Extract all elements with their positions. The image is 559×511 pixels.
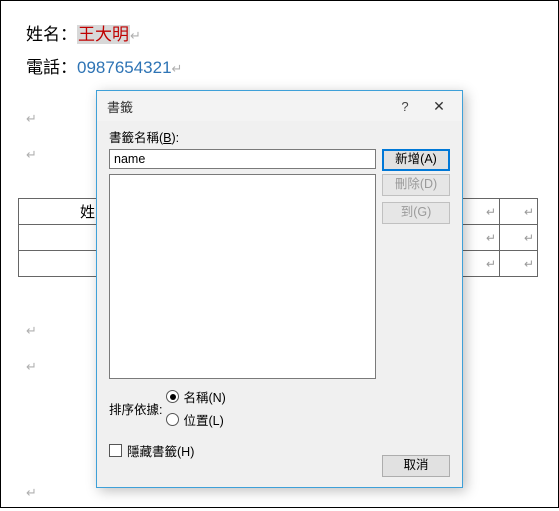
name-label: 姓名： [26, 25, 77, 44]
close-button[interactable]: ✕ [422, 98, 456, 115]
bg-cell: ↵ [500, 251, 538, 277]
phone-value: 0987654321 [77, 58, 172, 77]
bg-cell: ↵ [500, 225, 538, 251]
radio-label: 位置(L) [183, 410, 223, 429]
name-value[interactable]: 王大明 [77, 25, 130, 44]
para-mark: ↵ [172, 61, 183, 76]
bookmark-dialog: 書籤 ? ✕ 書籤名稱(B): 新增(A) 刪除(D) 到(G) 排序依據: 名… [96, 90, 463, 488]
radio-icon [166, 413, 179, 426]
dialog-body: 書籤名稱(B): 新增(A) 刪除(D) 到(G) 排序依據: 名稱(N) [97, 121, 462, 470]
delete-button: 刪除(D) [382, 174, 450, 196]
sort-by-name-radio[interactable]: 名稱(N) [166, 387, 225, 406]
cancel-button[interactable]: 取消 [382, 455, 450, 477]
dialog-title: 書籤 [107, 97, 388, 116]
dialog-titlebar[interactable]: 書籤 ? ✕ [97, 91, 462, 121]
bg-cell: ↵ [462, 225, 500, 251]
sort-label: 排序依據: [109, 399, 162, 418]
bookmark-name-input[interactable] [109, 149, 376, 169]
background-table-left: 姓 [18, 198, 98, 277]
checkbox-label: 隱藏書籤(H) [127, 441, 194, 460]
bg-cell: ↵ [462, 199, 500, 225]
bg-cell [19, 251, 98, 277]
bookmark-listbox[interactable] [109, 174, 376, 379]
bookmark-name-label: 書籤名稱(B): [109, 127, 450, 146]
radio-label: 名稱(N) [183, 387, 225, 406]
document-area: 姓名：王大明↵ 電話：0987654321↵ [1, 1, 558, 103]
goto-button: 到(G) [382, 202, 450, 224]
phone-label: 電話： [26, 58, 77, 77]
add-button[interactable]: 新增(A) [382, 149, 450, 171]
bg-cell: ↵ [462, 251, 500, 277]
phone-line: 電話：0987654321↵ [26, 54, 533, 83]
bg-cell: ↵ [500, 199, 538, 225]
bg-cell: 姓 [19, 199, 98, 225]
radio-icon [166, 390, 179, 403]
help-button[interactable]: ? [388, 99, 422, 114]
para-mark: ↵ [130, 28, 141, 43]
checkbox-icon [109, 444, 122, 457]
sort-row: 排序依據: 名稱(N) 位置(L) [109, 387, 450, 429]
background-table-right: ↵↵ ↵↵ ↵↵ [461, 198, 538, 277]
sort-by-location-radio[interactable]: 位置(L) [166, 410, 225, 429]
para-marks-column: ↵ ↵ ↵ ↵ ↵ [26, 101, 37, 511]
name-line: 姓名：王大明↵ [26, 21, 533, 50]
bg-cell [19, 225, 98, 251]
